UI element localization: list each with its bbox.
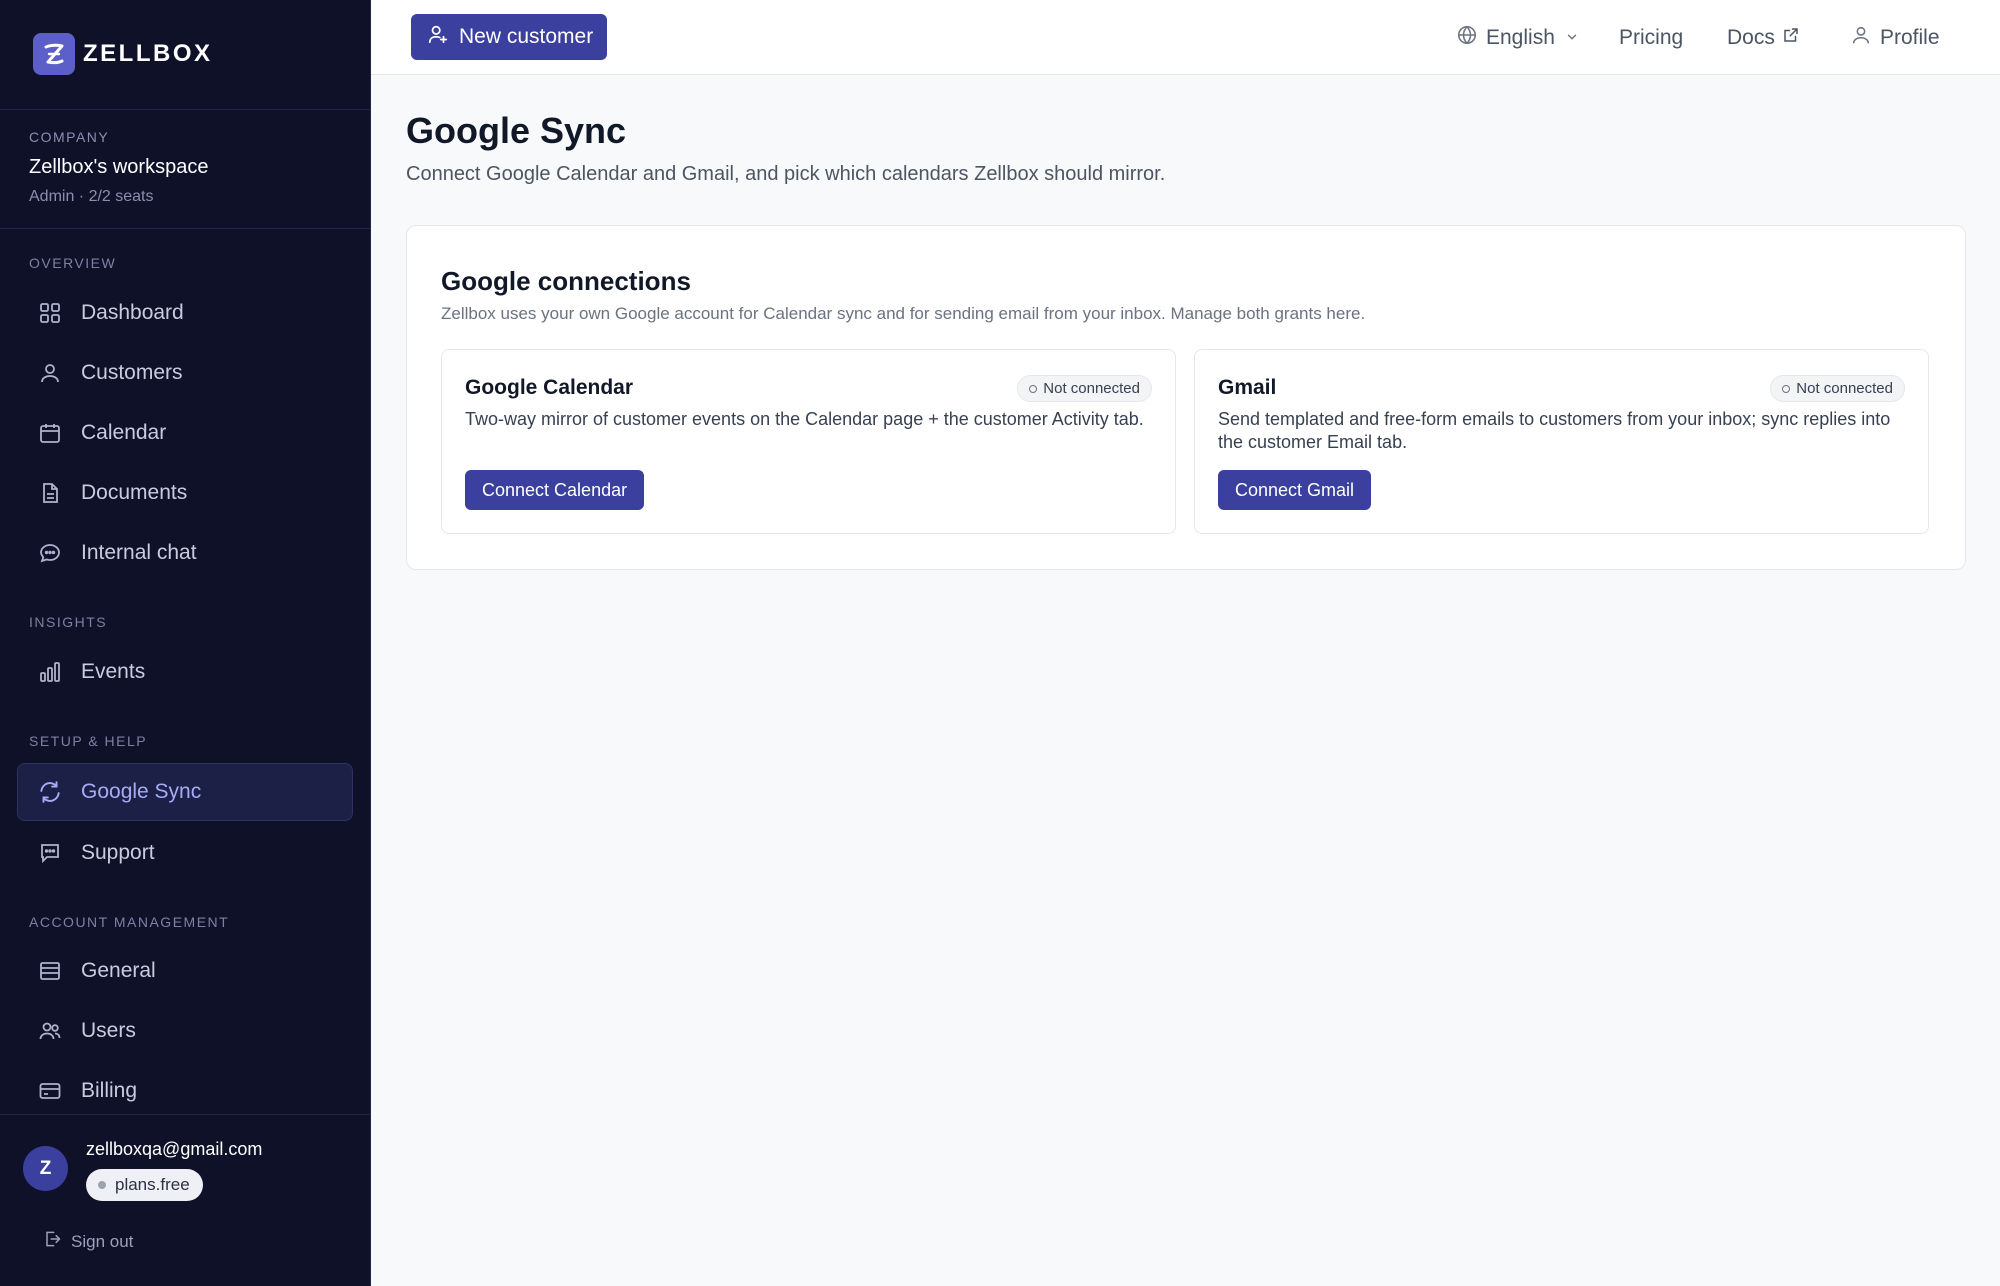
- sidebar-item-label: Users: [81, 1019, 136, 1042]
- sidebar-item-label: Documents: [81, 481, 188, 504]
- sidebar-item-label: Dashboard: [81, 301, 184, 324]
- message-icon: [36, 839, 64, 867]
- section-overview: OVERVIEW: [29, 255, 117, 271]
- pricing-link[interactable]: Pricing: [1619, 0, 1683, 75]
- sidebar-item-calendar[interactable]: Calendar: [17, 405, 353, 461]
- status-label: Not connected: [1796, 380, 1893, 397]
- status-ring-icon: [1029, 384, 1038, 393]
- sidebar-item-internal-chat[interactable]: Internal chat: [17, 525, 353, 581]
- connection-title: Google Calendar: [465, 376, 634, 399]
- docs-label: Docs: [1727, 25, 1775, 49]
- sidebar: ZELLBOX COMPANY Zellbox's workspace Admi…: [0, 0, 371, 1286]
- profile-link[interactable]: Profile: [1850, 0, 1940, 75]
- sidebar-item-support[interactable]: Support: [17, 825, 353, 881]
- pricing-label: Pricing: [1619, 25, 1684, 49]
- section-setup-help: SETUP & HELP: [29, 733, 148, 749]
- gmail-connection: Gmail Not connected Send templated and f…: [1194, 349, 1929, 534]
- chevron-down-icon: [1565, 26, 1579, 50]
- google-calendar-connection: Google Calendar Not connected Two-way mi…: [441, 349, 1176, 534]
- sidebar-item-label: Calendar: [81, 421, 167, 444]
- sidebar-item-label: Support: [81, 841, 155, 864]
- connection-title: Gmail: [1218, 376, 1277, 399]
- language-label: English: [1486, 25, 1555, 49]
- sidebar-item-label: General: [81, 959, 156, 982]
- user-block: Z zellboxqa@gmail.com plans.free Sign ou…: [0, 1114, 371, 1286]
- sidebar-item-users[interactable]: Users: [17, 1003, 353, 1059]
- new-customer-label: New customer: [459, 25, 594, 48]
- plan-badge: plans.free: [86, 1169, 203, 1201]
- brand-name: ZELLBOX: [83, 40, 213, 67]
- brand-logo[interactable]: ZELLBOX: [33, 33, 213, 75]
- top-bar: New customer English Pricing Docs Profil…: [371, 0, 2000, 75]
- company-meta: Admin · 2/2 seats: [29, 188, 154, 205]
- status-badge: Not connected: [1770, 375, 1905, 402]
- profile-label: Profile: [1880, 25, 1940, 49]
- credit-card-icon: [36, 1077, 64, 1105]
- sidebar-item-google-sync[interactable]: Google Sync: [17, 763, 353, 821]
- language-selector[interactable]: English: [1456, 0, 1579, 75]
- company-caption: COMPANY: [29, 129, 110, 145]
- sidebar-item-label: Events: [81, 660, 146, 683]
- globe-icon: [1456, 24, 1478, 52]
- avatar[interactable]: Z: [23, 1146, 68, 1191]
- document-icon: [36, 479, 64, 507]
- sidebar-item-label: Customers: [81, 361, 183, 384]
- docs-link[interactable]: Docs: [1727, 0, 1800, 75]
- sidebar-item-label: Google Sync: [81, 780, 202, 803]
- section-account-management: ACCOUNT MANAGEMENT: [29, 914, 230, 930]
- bar-chart-icon: [36, 658, 64, 686]
- google-connections-card: Google connections Zellbox uses your own…: [406, 225, 1966, 570]
- user-icon: [1850, 24, 1872, 52]
- page-title: Google Sync: [406, 110, 627, 151]
- divider: [0, 228, 371, 229]
- company-name[interactable]: Zellbox's workspace: [29, 156, 208, 179]
- external-link-icon: [1782, 26, 1800, 50]
- sign-out-label: Sign out: [71, 1231, 134, 1251]
- sidebar-item-label: Billing: [81, 1079, 138, 1102]
- section-insights: INSIGHTS: [29, 614, 108, 630]
- users-icon: [36, 1017, 64, 1045]
- connect-gmail-button[interactable]: Connect Gmail: [1218, 470, 1372, 510]
- sidebar-item-label: Internal chat: [81, 541, 197, 564]
- plan-label: plans.free: [115, 1175, 190, 1194]
- calendar-icon: [36, 419, 64, 447]
- sign-out-button[interactable]: Sign out: [42, 1229, 133, 1254]
- user-plus-icon: [427, 23, 449, 51]
- connection-description: Two-way mirror of customer events on the…: [465, 409, 1144, 429]
- sidebar-item-documents[interactable]: Documents: [17, 465, 353, 521]
- page-subtitle: Connect Google Calendar and Gmail, and p…: [406, 163, 1166, 185]
- status-badge: Not connected: [1017, 375, 1152, 402]
- connect-calendar-button[interactable]: Connect Calendar: [465, 470, 645, 510]
- chat-icon: [36, 539, 64, 567]
- sign-out-icon: [42, 1229, 62, 1254]
- sidebar-item-customers[interactable]: Customers: [17, 345, 353, 401]
- sidebar-item-billing[interactable]: Billing: [17, 1063, 353, 1119]
- grid-icon: [36, 299, 64, 327]
- user-icon: [36, 359, 64, 387]
- sidebar-item-general[interactable]: General: [17, 943, 353, 999]
- refresh-icon: [36, 778, 64, 806]
- divider: [0, 109, 371, 110]
- sidebar-item-events[interactable]: Events: [17, 644, 353, 700]
- plan-dot: [98, 1181, 106, 1189]
- status-label: Not connected: [1043, 380, 1140, 397]
- user-email: zellboxqa@gmail.com: [86, 1139, 263, 1159]
- new-customer-button[interactable]: New customer: [411, 14, 608, 60]
- status-ring-icon: [1782, 384, 1791, 393]
- card-description: Zellbox uses your own Google account for…: [441, 304, 1366, 323]
- zellbox-logo-icon: [33, 33, 75, 75]
- connection-description: Send templated and free-form emails to c…: [1218, 409, 1891, 452]
- sidebar-item-dashboard[interactable]: Dashboard: [17, 285, 353, 341]
- card-title: Google connections: [441, 266, 691, 296]
- list-icon: [36, 957, 64, 985]
